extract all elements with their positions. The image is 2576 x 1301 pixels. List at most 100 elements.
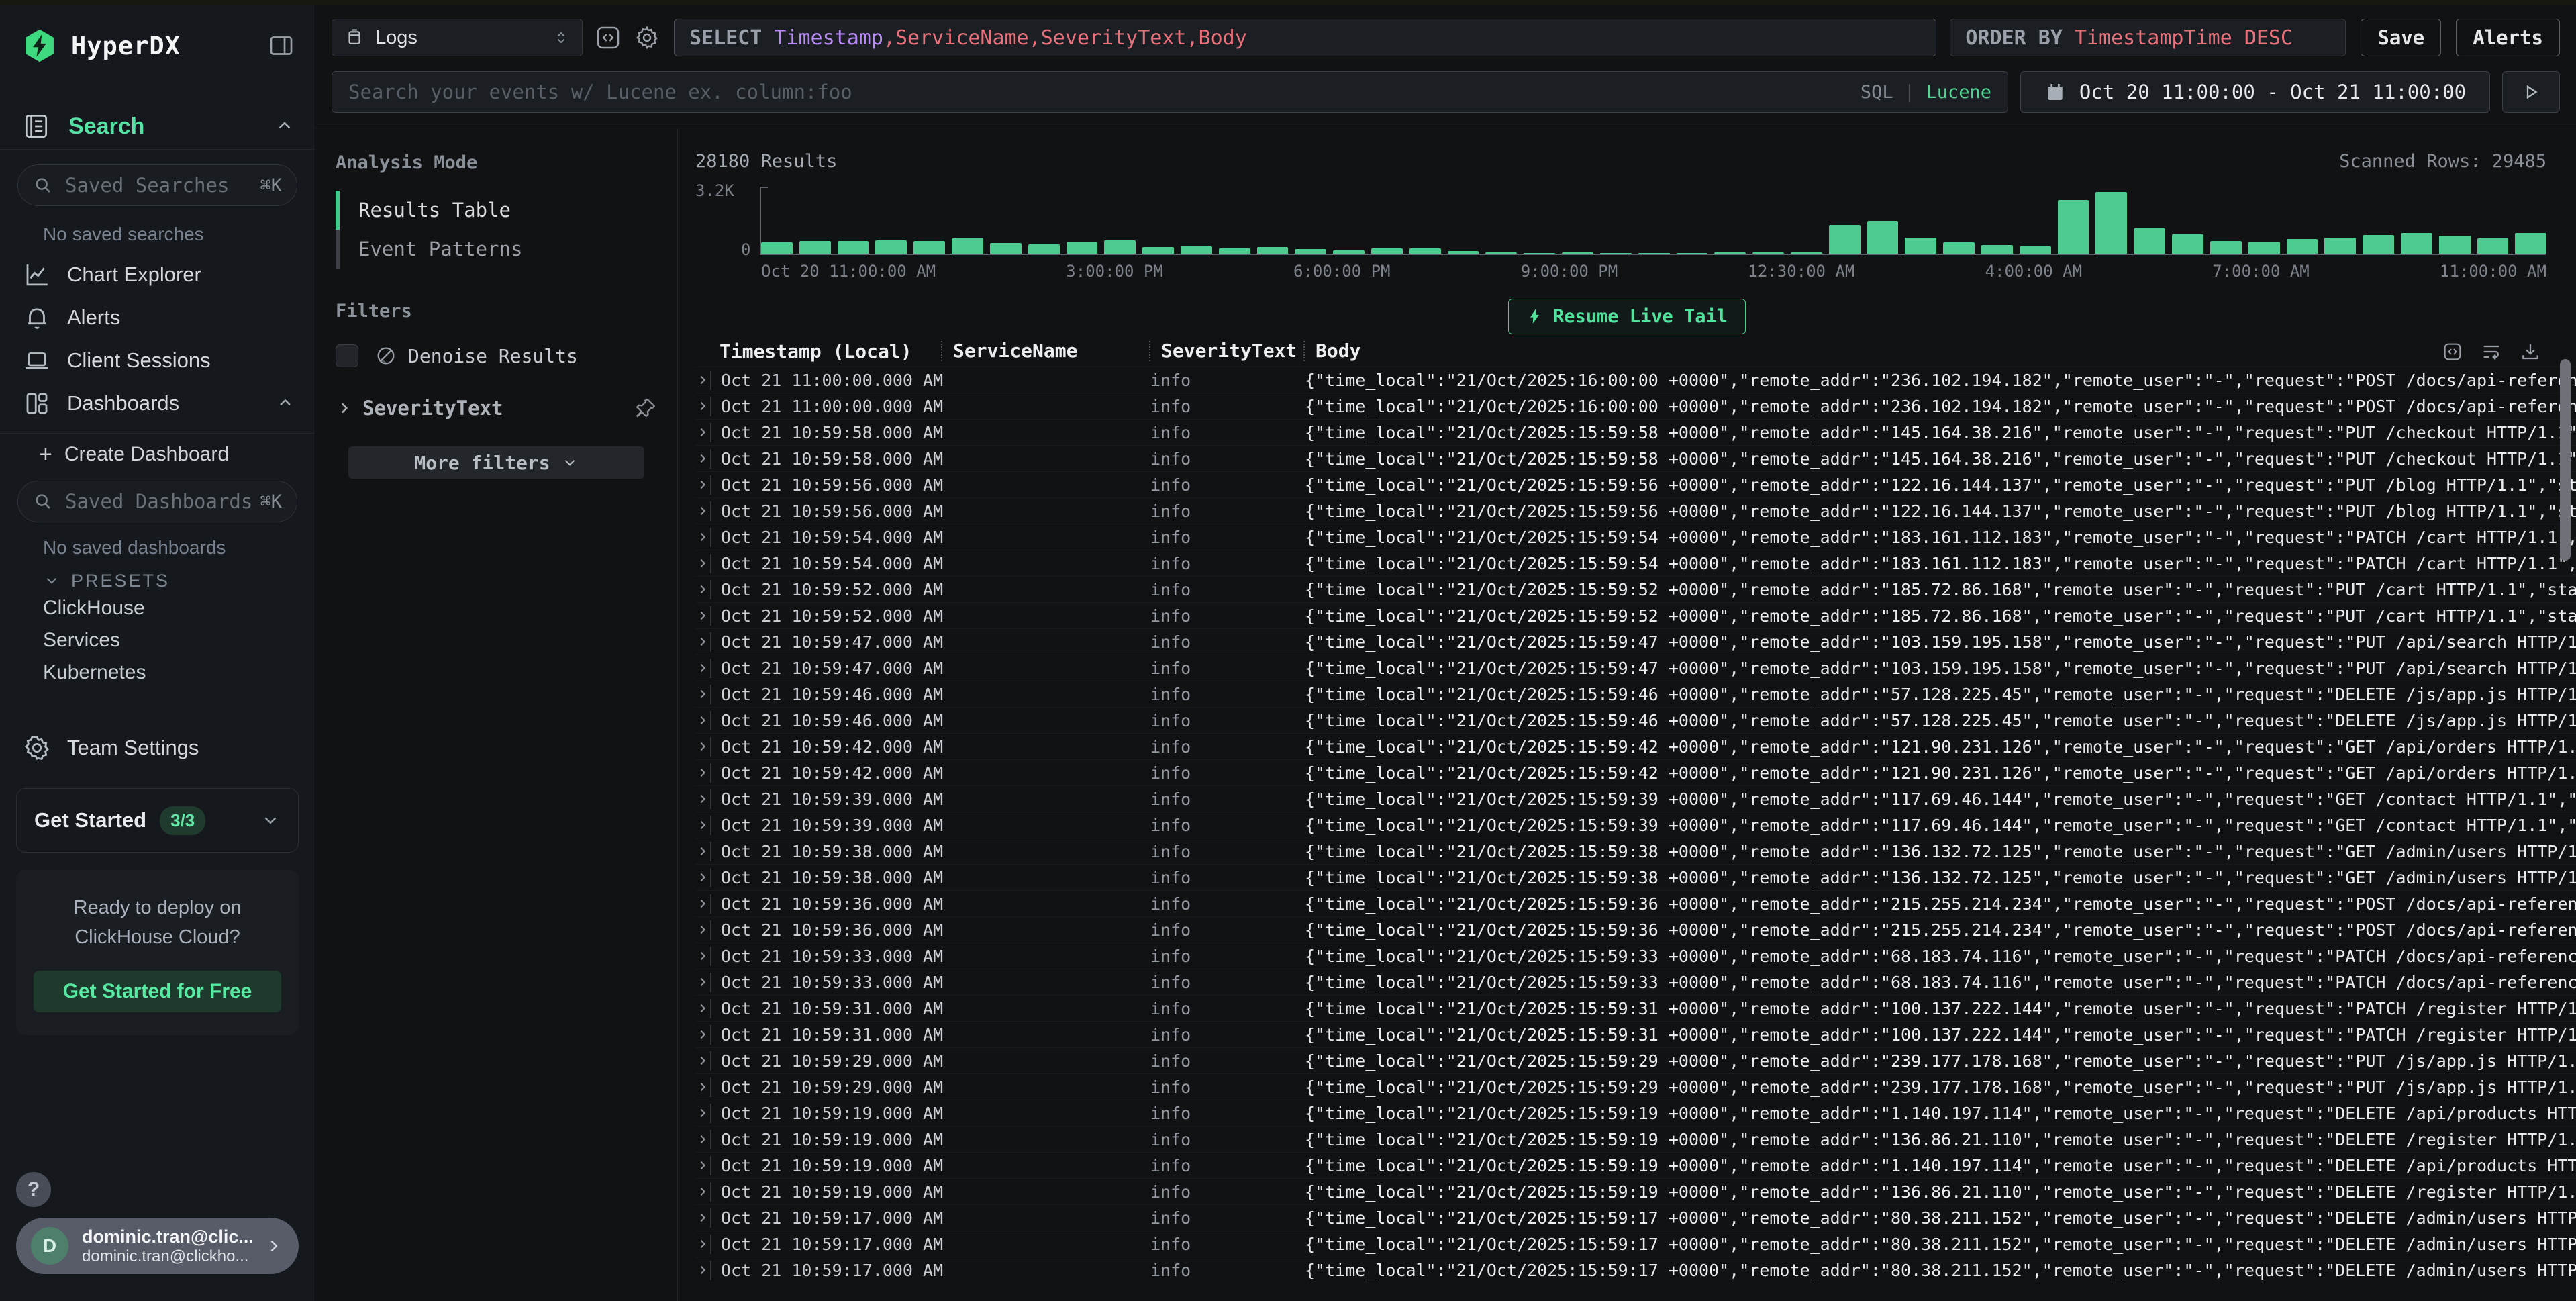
- source-select[interactable]: Logs: [332, 19, 583, 56]
- table-row[interactable]: Oct 21 10:59:46.000 AM info {"time_local…: [695, 707, 2576, 733]
- x-tick-label: 4:00:00 AM: [1985, 262, 2083, 281]
- row-severity: info: [1140, 816, 1294, 835]
- table-row[interactable]: Oct 21 10:59:31.000 AM info {"time_local…: [695, 1021, 2576, 1047]
- row-body: {"time_local":"21/Oct/2025:15:59:52 +000…: [1294, 580, 2576, 599]
- sidebar-item-kubernetes[interactable]: Kubernetes: [0, 657, 315, 689]
- resume-live-tail-button[interactable]: Resume Live Tail: [1508, 299, 1746, 334]
- create-dashboard-button[interactable]: + Create Dashboard: [0, 434, 315, 475]
- table-row[interactable]: Oct 21 10:59:56.000 AM info {"time_local…: [695, 497, 2576, 524]
- table-row[interactable]: Oct 21 10:59:19.000 AM info {"time_local…: [695, 1126, 2576, 1152]
- sidebar-item-alerts[interactable]: Alerts: [0, 296, 315, 339]
- saved-dashboards-input[interactable]: Saved Dashboards ⌘K: [17, 481, 297, 522]
- sidebar-item-dashboards[interactable]: Dashboards: [0, 382, 315, 425]
- row-body: {"time_local":"21/Oct/2025:15:59:33 +000…: [1294, 973, 2576, 992]
- column-header-timestamp[interactable]: Timestamp (Local): [720, 340, 941, 363]
- table-row[interactable]: Oct 21 10:59:54.000 AM info {"time_local…: [695, 550, 2576, 576]
- run-query-button[interactable]: [2502, 71, 2560, 113]
- lucene-toggle[interactable]: Lucene: [1926, 82, 1991, 103]
- wrap-lines-icon[interactable]: [2481, 341, 2502, 363]
- sql-toggle[interactable]: SQL: [1861, 82, 1893, 103]
- date-range-picker[interactable]: Oct 20 11:00:00 - Oct 21 11:00:00: [2020, 71, 2490, 113]
- table-row[interactable]: Oct 21 10:59:29.000 AM info {"time_local…: [695, 1047, 2576, 1073]
- table-scrollbar[interactable]: [2560, 359, 2571, 561]
- sidebar-item-search[interactable]: Search: [21, 109, 295, 144]
- chevron-right-icon: [264, 1236, 284, 1256]
- table-row[interactable]: Oct 21 10:59:54.000 AM info {"time_local…: [695, 524, 2576, 550]
- column-header-servicename[interactable]: ServiceName: [941, 341, 1149, 361]
- table-row[interactable]: Oct 21 10:59:56.000 AM info {"time_local…: [695, 471, 2576, 497]
- table-row[interactable]: Oct 21 10:59:58.000 AM info {"time_local…: [695, 445, 2576, 471]
- column-config-icon[interactable]: [2442, 341, 2463, 363]
- help-button[interactable]: ?: [16, 1172, 51, 1207]
- table-row[interactable]: Oct 21 11:00:00.000 AM info {"time_local…: [695, 393, 2576, 419]
- table-row[interactable]: Oct 21 10:59:47.000 AM info {"time_local…: [695, 628, 2576, 655]
- histogram-bar: [990, 243, 1022, 254]
- presets-toggle[interactable]: PRESETS: [43, 569, 315, 592]
- chevron-up-icon[interactable]: [276, 394, 295, 413]
- chevron-down-icon[interactable]: [260, 810, 281, 830]
- table-row[interactable]: Oct 21 11:00:00.000 AM info {"time_local…: [695, 367, 2576, 393]
- row-severity: info: [1140, 1077, 1294, 1097]
- histogram-bar: [838, 241, 869, 254]
- column-header-body[interactable]: Body: [1303, 341, 2576, 361]
- table-row[interactable]: Oct 21 10:59:47.000 AM info {"time_local…: [695, 655, 2576, 681]
- sidebar-item-clickhouse[interactable]: ClickHouse: [0, 592, 315, 624]
- column-header-severitytext[interactable]: SeverityText: [1149, 341, 1303, 361]
- table-row[interactable]: Oct 21 10:59:19.000 AM info {"time_local…: [695, 1178, 2576, 1204]
- table-row[interactable]: Oct 21 10:59:52.000 AM info {"time_local…: [695, 602, 2576, 628]
- sidebar-item-services[interactable]: Services: [0, 624, 315, 657]
- histogram-bar: [1943, 242, 1975, 254]
- table-row[interactable]: Oct 21 10:59:46.000 AM info {"time_local…: [695, 681, 2576, 707]
- select-clause-input[interactable]: SELECT Timestamp ,ServiceName,SeverityTe…: [674, 19, 1936, 56]
- table-row[interactable]: Oct 21 10:59:19.000 AM info {"time_local…: [695, 1100, 2576, 1126]
- user-menu[interactable]: D dominic.tran@clic... dominic.tran@clic…: [16, 1218, 299, 1274]
- logo-row: HyperDX: [21, 24, 295, 67]
- table-row[interactable]: Oct 21 10:59:39.000 AM info {"time_local…: [695, 812, 2576, 838]
- get-started-card[interactable]: Get Started 3/3: [16, 788, 299, 853]
- table-row[interactable]: Oct 21 10:59:52.000 AM info {"time_local…: [695, 576, 2576, 602]
- table-row[interactable]: Oct 21 10:59:38.000 AM info {"time_local…: [695, 864, 2576, 890]
- sidebar-item-chart-explorer[interactable]: Chart Explorer: [0, 253, 315, 296]
- table-row[interactable]: Oct 21 10:59:17.000 AM info {"time_local…: [695, 1257, 2576, 1283]
- mode-event-patterns[interactable]: Event Patterns: [336, 230, 657, 269]
- download-icon[interactable]: [2520, 341, 2541, 363]
- mode-results-table[interactable]: Results Table: [336, 191, 657, 230]
- orderby-clause-input[interactable]: ORDER BY TimestampTime DESC: [1950, 19, 2346, 56]
- table-row[interactable]: Oct 21 10:59:36.000 AM info {"time_local…: [695, 890, 2576, 916]
- sidebar-collapse-icon[interactable]: [268, 32, 295, 59]
- alerts-button[interactable]: Alerts: [2456, 19, 2560, 56]
- more-filters-button[interactable]: More filters: [348, 446, 644, 479]
- table-row[interactable]: Oct 21 10:59:33.000 AM info {"time_local…: [695, 943, 2576, 969]
- save-button[interactable]: Save: [2361, 19, 2441, 56]
- table-row[interactable]: Oct 21 10:59:33.000 AM info {"time_local…: [695, 969, 2576, 995]
- table-row[interactable]: Oct 21 10:59:31.000 AM info {"time_local…: [695, 995, 2576, 1021]
- table-row[interactable]: Oct 21 10:59:42.000 AM info {"time_local…: [695, 733, 2576, 759]
- sidebar-item-client-sessions[interactable]: Client Sessions: [0, 339, 315, 382]
- table-row[interactable]: Oct 21 10:59:29.000 AM info {"time_local…: [695, 1073, 2576, 1100]
- table-row[interactable]: Oct 21 10:59:42.000 AM info {"time_local…: [695, 759, 2576, 785]
- results-histogram[interactable]: 3.2K 0 Oct 20 11:00:00 AM3:00:00 PM6:00:…: [695, 187, 2546, 281]
- denoise-checkbox[interactable]: [336, 344, 358, 367]
- row-body: {"time_local":"21/Oct/2025:15:59:31 +000…: [1294, 1025, 2576, 1045]
- table-row[interactable]: Oct 21 10:59:58.000 AM info {"time_local…: [695, 419, 2576, 445]
- get-started-free-button[interactable]: Get Started for Free: [34, 971, 281, 1012]
- row-timestamp: Oct 21 10:59:38.000 AM: [710, 868, 932, 887]
- histogram-bar: [1677, 253, 1708, 254]
- toggle-separator: |: [1904, 82, 1915, 103]
- table-row[interactable]: Oct 21 10:59:19.000 AM info {"time_local…: [695, 1152, 2576, 1178]
- query-settings-gear-icon[interactable]: [634, 24, 660, 51]
- chevron-up-icon[interactable]: [275, 116, 295, 136]
- table-row[interactable]: Oct 21 10:59:39.000 AM info {"time_local…: [695, 785, 2576, 812]
- sidebar-item-team-settings[interactable]: Team Settings: [0, 726, 315, 769]
- table-row[interactable]: Oct 21 10:59:36.000 AM info {"time_local…: [695, 916, 2576, 943]
- table-row[interactable]: Oct 21 10:59:38.000 AM info {"time_local…: [695, 838, 2576, 864]
- sql-editor-icon[interactable]: [595, 24, 622, 51]
- row-severity: info: [1140, 999, 1294, 1018]
- table-row[interactable]: Oct 21 10:59:17.000 AM info {"time_local…: [695, 1231, 2576, 1257]
- chevron-down-icon: [43, 572, 60, 589]
- pin-icon[interactable]: [634, 397, 657, 420]
- filter-field-severitytext[interactable]: SeverityText: [336, 397, 657, 420]
- saved-searches-input[interactable]: Saved Searches ⌘K: [17, 164, 297, 206]
- table-row[interactable]: Oct 21 10:59:17.000 AM info {"time_local…: [695, 1204, 2576, 1231]
- event-search-input[interactable]: Search your events w/ Lucene ex. column:…: [332, 71, 2008, 113]
